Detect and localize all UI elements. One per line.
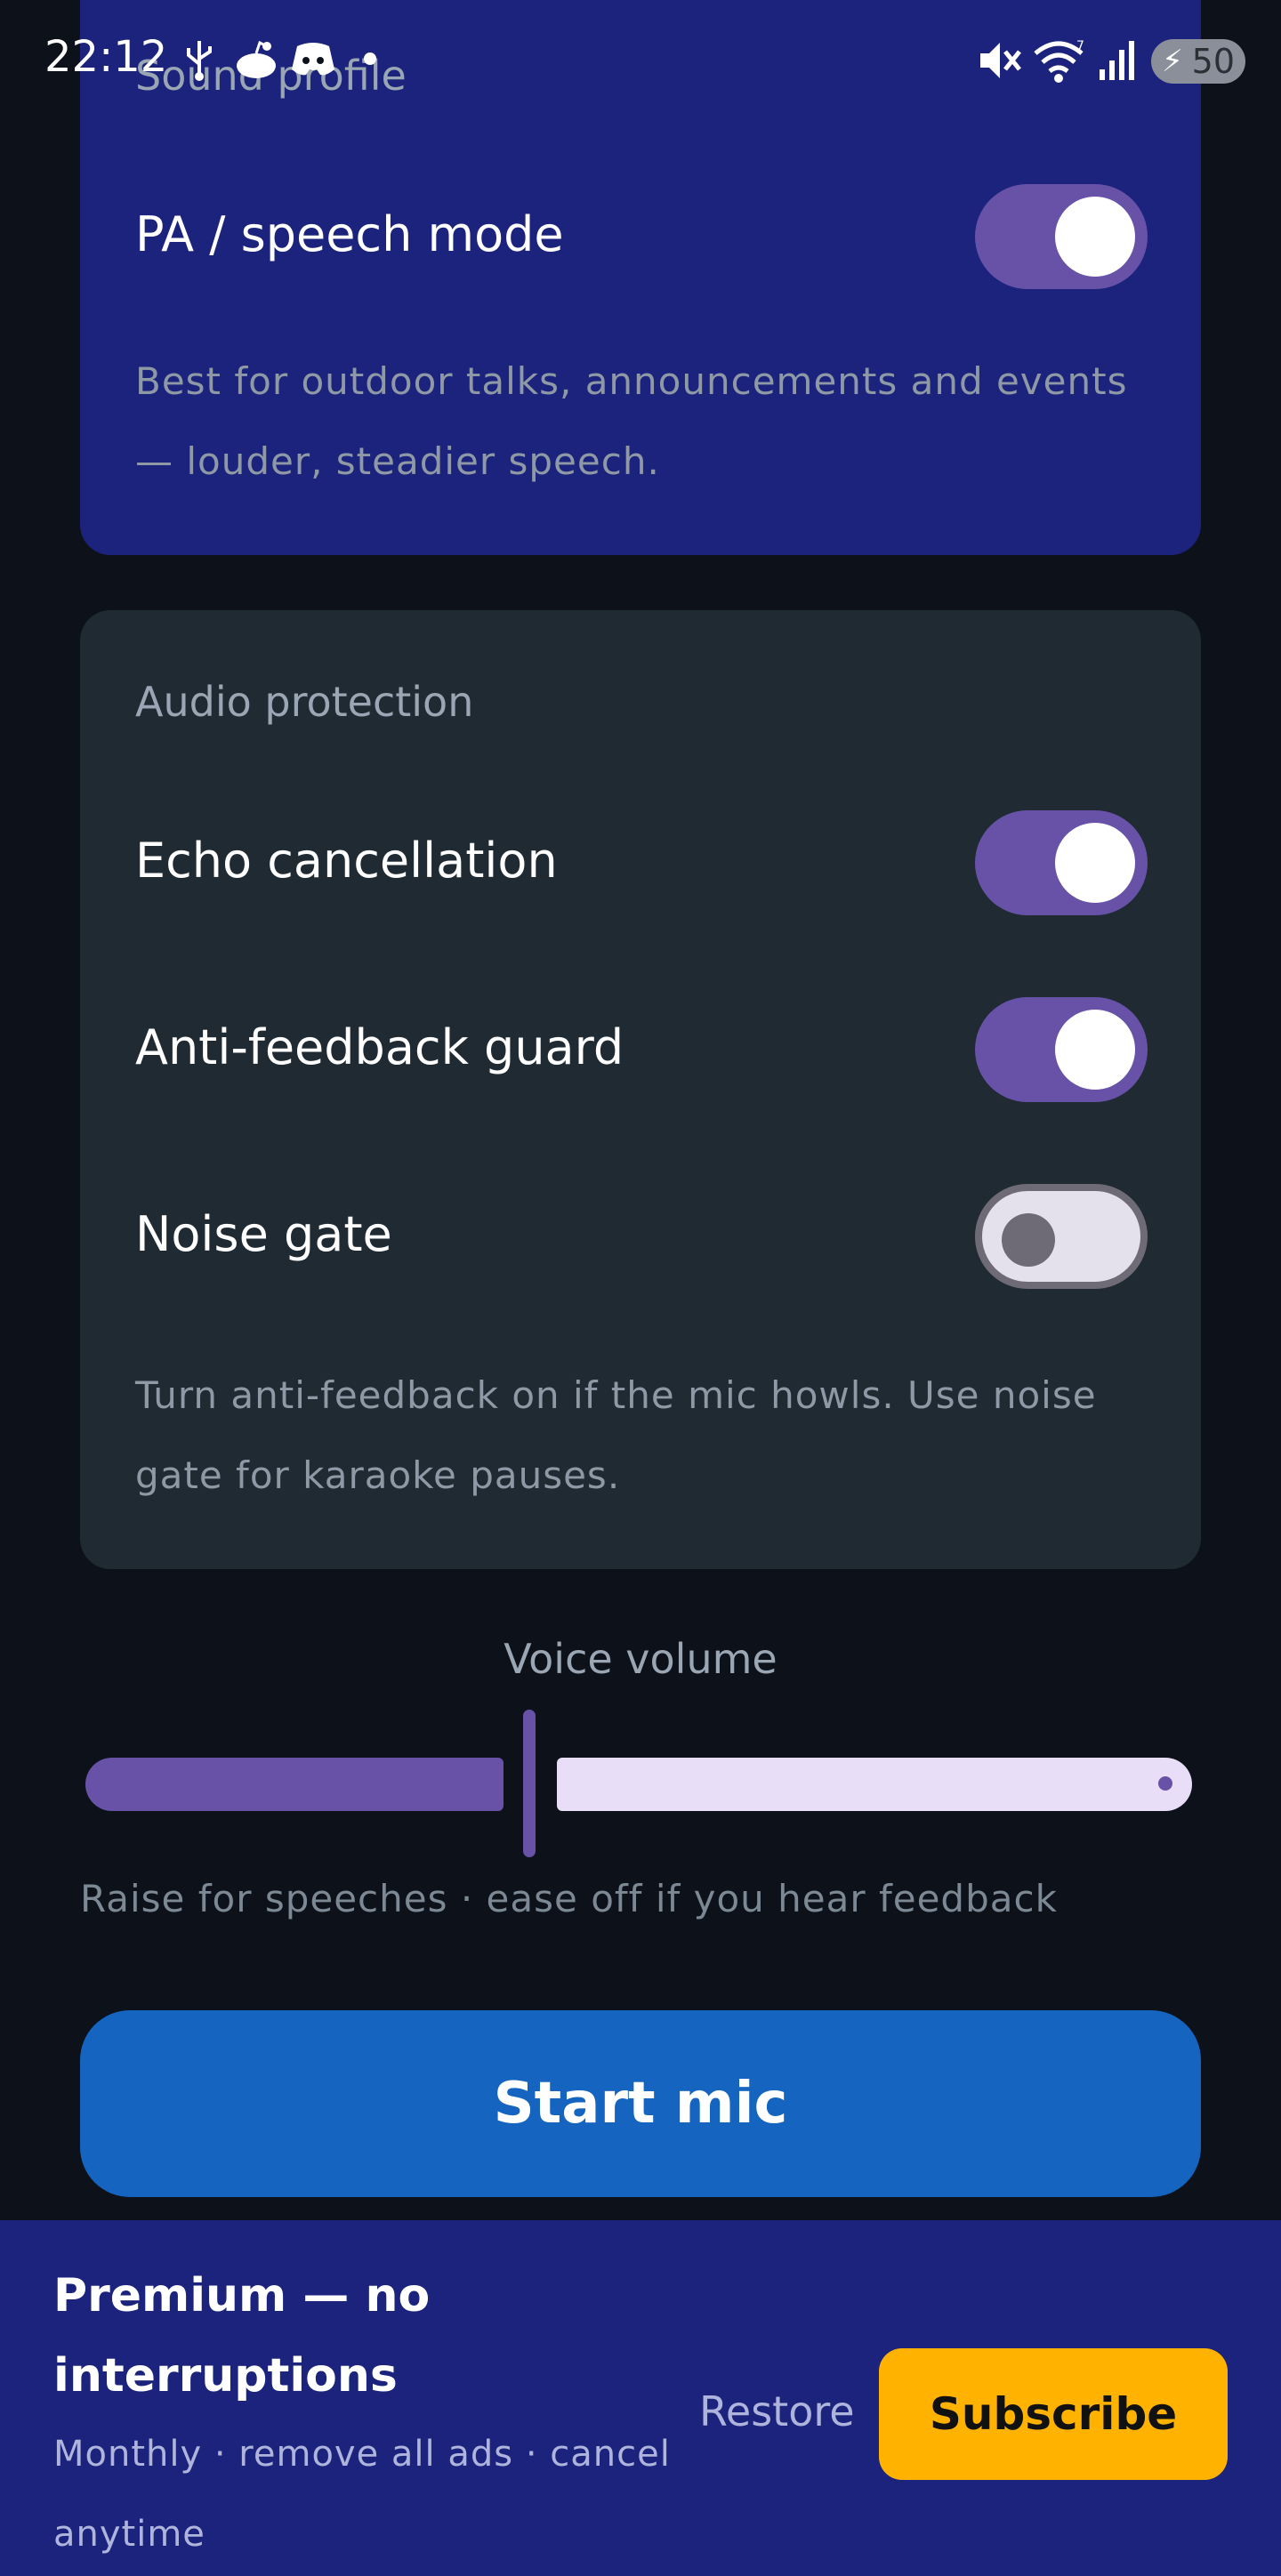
status-time: 22:12 — [44, 32, 168, 82]
premium-title: Premium — no interruptions — [53, 2269, 431, 2403]
signal-icon — [1100, 41, 1134, 80]
toggle-knob — [1055, 197, 1135, 277]
subscribe-button[interactable]: Subscribe — [879, 2348, 1228, 2480]
volume-slider-stop-indicator — [1158, 1776, 1172, 1791]
volume-hint: Raise for speeches · ease off if you hea… — [80, 1877, 1058, 1920]
toggle-knob — [1002, 1213, 1055, 1267]
toggle-knob — [1055, 1010, 1135, 1090]
status-bar: 22:12 7 ⚡ 50 — [0, 0, 1281, 125]
notification-dot-icon — [364, 52, 376, 65]
volume-slider-active-track[interactable] — [85, 1758, 504, 1811]
voice-volume-label: Voice volume — [504, 1635, 777, 1683]
sound-profile-description: Best for outdoor talks, announcements an… — [135, 359, 1128, 483]
anti-feedback-label: Anti-feedback guard — [135, 1019, 624, 1075]
premium-subtitle: Monthly · remove all ads · cancel anytim… — [53, 2434, 671, 2555]
audio-protection-title: Audio protection — [135, 678, 474, 726]
pa-mode-toggle[interactable] — [975, 184, 1148, 289]
wifi-icon: 7 — [1034, 39, 1084, 83]
audio-protection-description: Turn anti-feedback on if the mic howls. … — [135, 1373, 1097, 1497]
reddit-icon — [237, 40, 276, 78]
volume-slider-thumb[interactable] — [523, 1710, 536, 1857]
start-mic-button[interactable]: Start mic — [80, 2010, 1201, 2197]
echo-cancellation-label: Echo cancellation — [135, 833, 558, 889]
battery-charging-icon: ⚡ 50 — [1151, 39, 1245, 84]
svg-text:7: 7 — [1076, 39, 1084, 53]
mute-icon — [980, 43, 1021, 78]
noise-gate-label: Noise gate — [135, 1206, 392, 1262]
volume-slider-inactive-track[interactable] — [557, 1758, 1192, 1811]
toggle-knob — [1055, 823, 1135, 903]
anti-feedback-toggle[interactable] — [975, 997, 1148, 1102]
pa-mode-label: PA / speech mode — [135, 206, 564, 262]
charging-bolt-icon: ⚡ — [1162, 44, 1183, 79]
usb-icon — [187, 41, 212, 81]
battery-level: 50 — [1191, 42, 1235, 81]
discord-icon — [292, 43, 334, 76]
restore-button[interactable]: Restore — [699, 2387, 855, 2435]
noise-gate-toggle[interactable] — [975, 1184, 1148, 1289]
echo-cancellation-toggle[interactable] — [975, 810, 1148, 915]
